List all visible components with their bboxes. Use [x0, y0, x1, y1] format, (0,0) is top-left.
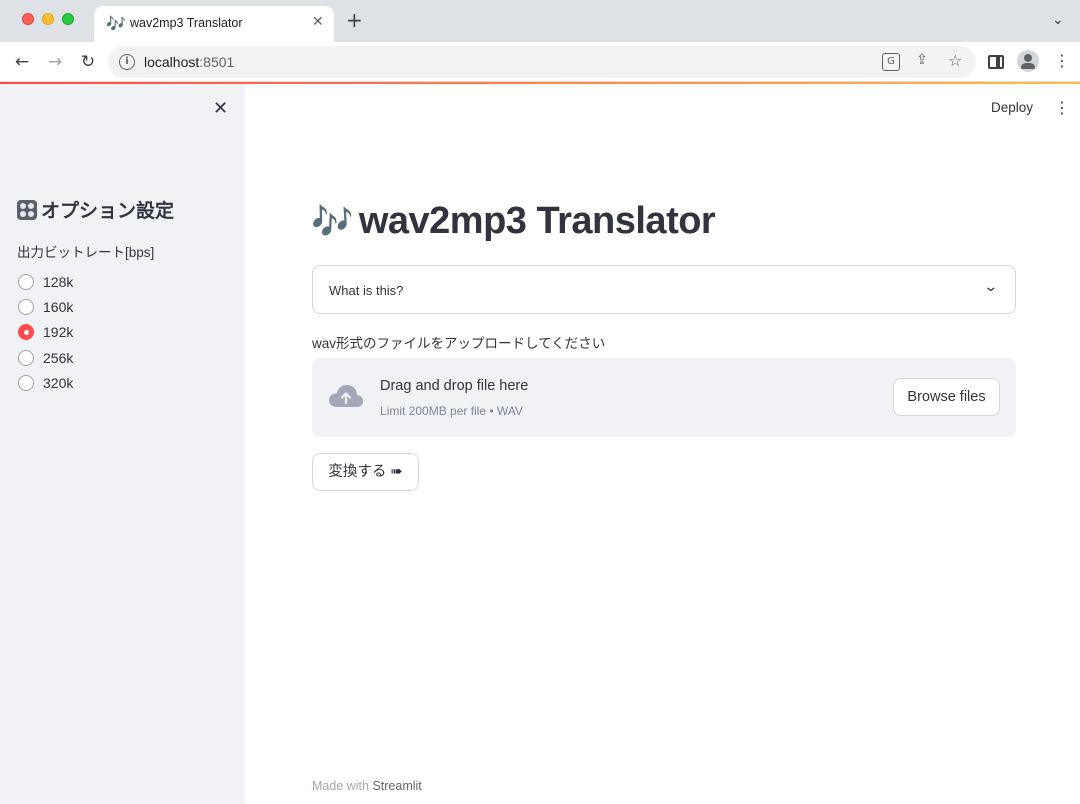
browser-toolbar: ← → ↻ i localhost:8501 G ⇪ ☆ ⋮	[0, 42, 1080, 82]
radio-button[interactable]	[18, 273, 34, 290]
forward-arrow-icon[interactable]: →	[43, 50, 67, 74]
chevron-down-icon: ⌄	[983, 279, 999, 295]
deploy-button[interactable]: Deploy	[991, 100, 1033, 115]
share-icon[interactable]: ⇪	[916, 52, 928, 68]
side-panel-icon[interactable]	[988, 55, 1004, 69]
bookmark-star-icon[interactable]: ☆	[948, 51, 962, 70]
site-info-icon[interactable]: i	[119, 54, 135, 70]
radio-label: 320k	[43, 374, 74, 391]
radio-button[interactable]	[18, 298, 34, 315]
cloud-upload-icon	[329, 385, 363, 407]
radio-label: 192k	[43, 324, 74, 341]
streamlit-link[interactable]: Streamlit	[372, 779, 421, 793]
bitrate-label: 出力ビットレート[bps]	[17, 245, 155, 260]
new-tab-button[interactable]: +	[346, 9, 363, 31]
bitrate-option-256k[interactable]: 256k	[18, 345, 73, 370]
close-sidebar-icon[interactable]: ✕	[213, 98, 228, 119]
music-notes-icon: 🎶	[106, 14, 126, 33]
url-port: :8501	[199, 54, 235, 70]
footer: Made with Streamlit	[312, 779, 422, 793]
maximize-window-button[interactable]	[62, 13, 74, 25]
browser-tab[interactable]: 🎶 wav2mp3 Translator ✕	[94, 6, 334, 42]
minimize-window-button[interactable]	[42, 13, 54, 25]
close-window-button[interactable]	[22, 13, 34, 25]
footer-prefix: Made with	[312, 779, 373, 793]
radio-button[interactable]	[18, 324, 34, 341]
back-arrow-icon[interactable]: ←	[10, 50, 34, 74]
radio-button[interactable]	[18, 374, 34, 391]
reload-icon[interactable]: ↻	[76, 50, 100, 74]
radio-label: 128k	[43, 273, 74, 290]
music-notes-icon: 🎶	[311, 202, 353, 242]
translate-icon[interactable]: G	[882, 53, 900, 71]
file-dropzone[interactable]: Drag and drop file here Limit 200MB per …	[312, 358, 1016, 437]
what-is-this-expander[interactable]: What is this? ⌄	[312, 265, 1016, 314]
browse-files-button[interactable]: Browse files	[893, 378, 1000, 416]
bitrate-option-192k[interactable]: 192k	[18, 320, 73, 345]
browser-tab-bar: 🎶 wav2mp3 Translator ✕ + ⌄	[0, 0, 1080, 42]
control-knobs-icon	[17, 200, 37, 220]
radio-label: 160k	[43, 298, 74, 315]
tab-search-chevron-icon[interactable]: ⌄	[1052, 12, 1064, 28]
bitrate-option-128k[interactable]: 128k	[18, 269, 73, 294]
tab-title: wav2mp3 Translator	[130, 16, 243, 30]
dropzone-subtitle: Limit 200MB per file • WAV	[380, 404, 523, 418]
bitrate-option-160k[interactable]: 160k	[18, 294, 73, 319]
main-menu-icon[interactable]: ⋮	[1054, 98, 1070, 117]
upload-label: wav形式のファイルをアップロードしてください	[312, 336, 606, 351]
expander-label: What is this?	[329, 283, 404, 298]
dropzone-title: Drag and drop file here	[380, 378, 529, 394]
browser-menu-icon[interactable]: ⋮	[1054, 51, 1070, 70]
profile-avatar-icon[interactable]	[1017, 50, 1039, 72]
close-tab-icon[interactable]: ✕	[312, 14, 324, 30]
radio-label: 256k	[43, 349, 74, 366]
page-title: 🎶 wav2mp3 Translator	[311, 200, 716, 243]
convert-button[interactable]: 変換する ➠	[312, 453, 419, 491]
bitrate-option-320k[interactable]: 320k	[18, 370, 73, 395]
address-bar[interactable]: i localhost:8501 G ⇪ ☆	[108, 46, 976, 78]
page-title-text: wav2mp3 Translator	[358, 200, 716, 242]
sidebar-heading: オプション設定	[17, 196, 174, 223]
radio-button[interactable]	[18, 349, 34, 366]
sidebar-heading-text: オプション設定	[41, 201, 175, 222]
url-text[interactable]: localhost:8501	[144, 54, 234, 70]
url-host: localhost	[144, 54, 200, 70]
bitrate-radio-group: 128k 160k 192k 256k 320k	[18, 269, 73, 395]
sidebar: ✕ オプション設定 出力ビットレート[bps] 128k 160k 192k 256k…	[0, 84, 245, 804]
